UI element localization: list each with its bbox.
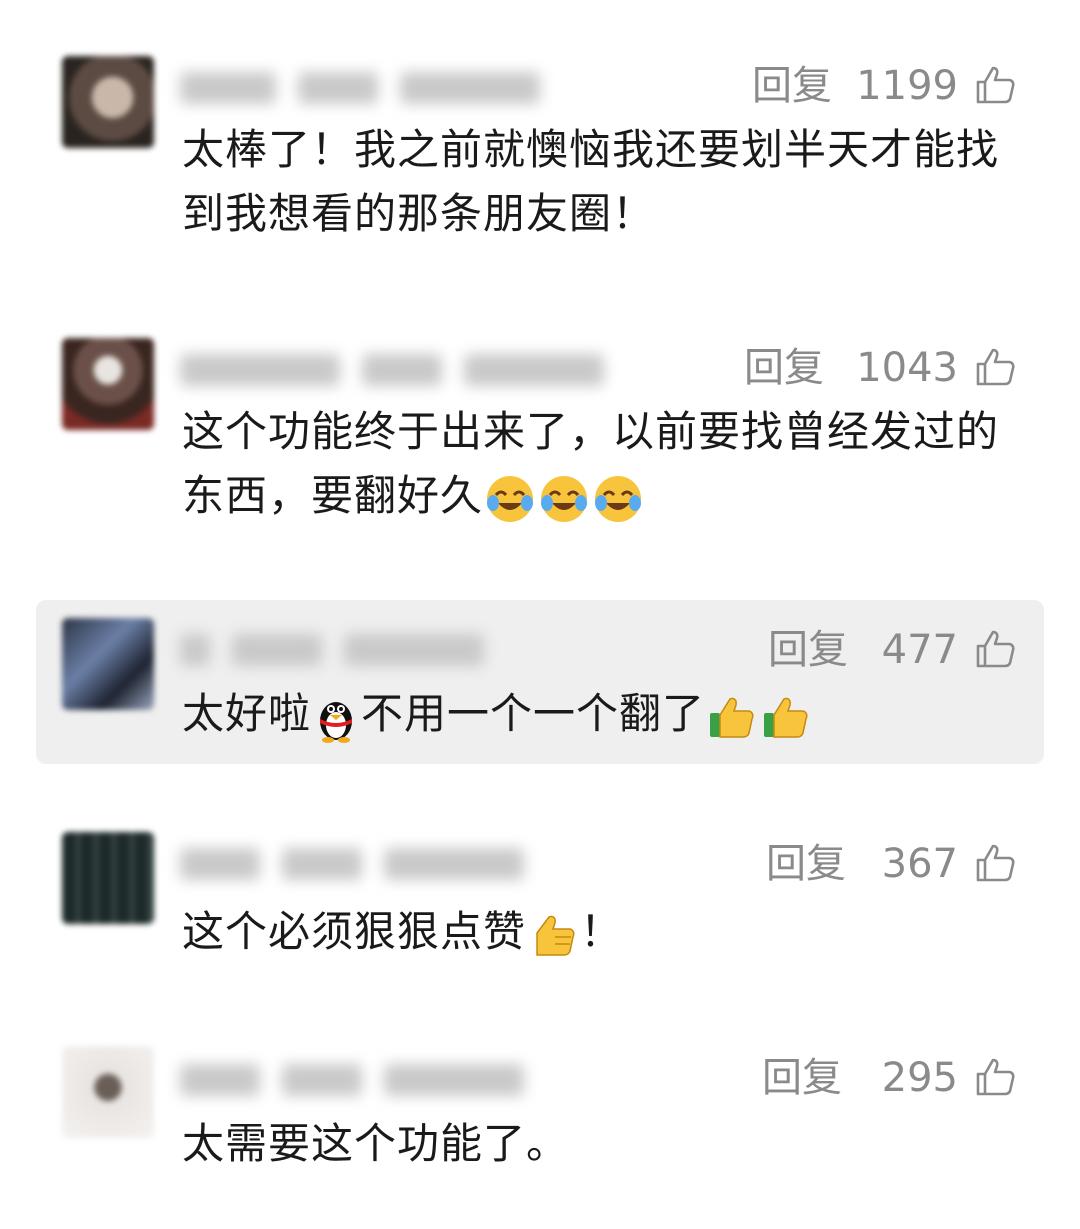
thumbs-up-outline-icon[interactable] <box>974 842 1016 884</box>
thumbs-up-emoji-icon <box>710 697 754 738</box>
reply-button[interactable]: 回复 <box>768 630 848 670</box>
avatar[interactable] <box>62 338 154 430</box>
avatar[interactable] <box>62 56 154 148</box>
like-count: 477 <box>881 627 958 673</box>
like-count: 295 <box>881 1055 958 1101</box>
thumbs-up-outline-icon[interactable] <box>974 1056 1016 1098</box>
comment-text-content: ！ <box>580 907 624 956</box>
thumbs-up-outline-icon[interactable] <box>974 346 1016 388</box>
comment-text-content: 这个必须狠狠点赞 <box>182 907 527 956</box>
blurred-username <box>180 628 484 672</box>
comment-text-content: 这个功能终于出来了，以前要找曾经发过的东西，要翻好久 <box>182 407 1000 520</box>
reply-button[interactable]: 回复 <box>744 348 824 388</box>
thumbs-up-outline-icon[interactable] <box>974 628 1016 670</box>
crying-laughing-emoji-icon <box>487 475 534 522</box>
like-count: 1199 <box>856 63 958 109</box>
avatar[interactable] <box>62 618 154 710</box>
comment-text: 太需要这个功能了。 <box>182 1119 570 1168</box>
reply-button[interactable]: 回复 <box>762 1058 842 1098</box>
thumbs-up-emoji-icon <box>536 915 575 956</box>
thumbs-up-emoji-icon <box>764 697 808 738</box>
comment-text: 这个功能终于出来了，以前要找曾经发过的东西，要翻好久 <box>182 400 1012 528</box>
reply-button[interactable]: 回复 <box>752 66 832 106</box>
comment-text-content: 太好啦 <box>182 689 312 738</box>
comment-text-content: 不用一个一个翻了 <box>361 689 706 738</box>
comment-text: 太棒了！我之前就懊恼我还要划半天才能找到我想看的那条朋友圈！ <box>182 125 1000 238</box>
blurred-username <box>180 1058 524 1102</box>
reply-button[interactable]: 回复 <box>766 844 846 884</box>
comment-text: 这个必须狠狠点赞 ！ <box>182 900 1012 964</box>
avatar[interactable] <box>62 1046 154 1138</box>
thumbs-up-outline-icon[interactable] <box>974 64 1016 106</box>
blurred-username <box>180 66 540 110</box>
avatar[interactable] <box>62 832 154 924</box>
like-count: 367 <box>881 841 958 887</box>
like-count: 1043 <box>856 345 958 391</box>
crying-laughing-emoji-icon <box>595 475 642 522</box>
comment-text: 太好啦 不用一个一个翻了 <box>182 682 1012 746</box>
blurred-username <box>180 842 524 886</box>
crying-laughing-emoji-icon <box>541 475 588 522</box>
blurred-username <box>180 348 604 392</box>
qq-penguin-emoji-icon <box>320 701 353 743</box>
